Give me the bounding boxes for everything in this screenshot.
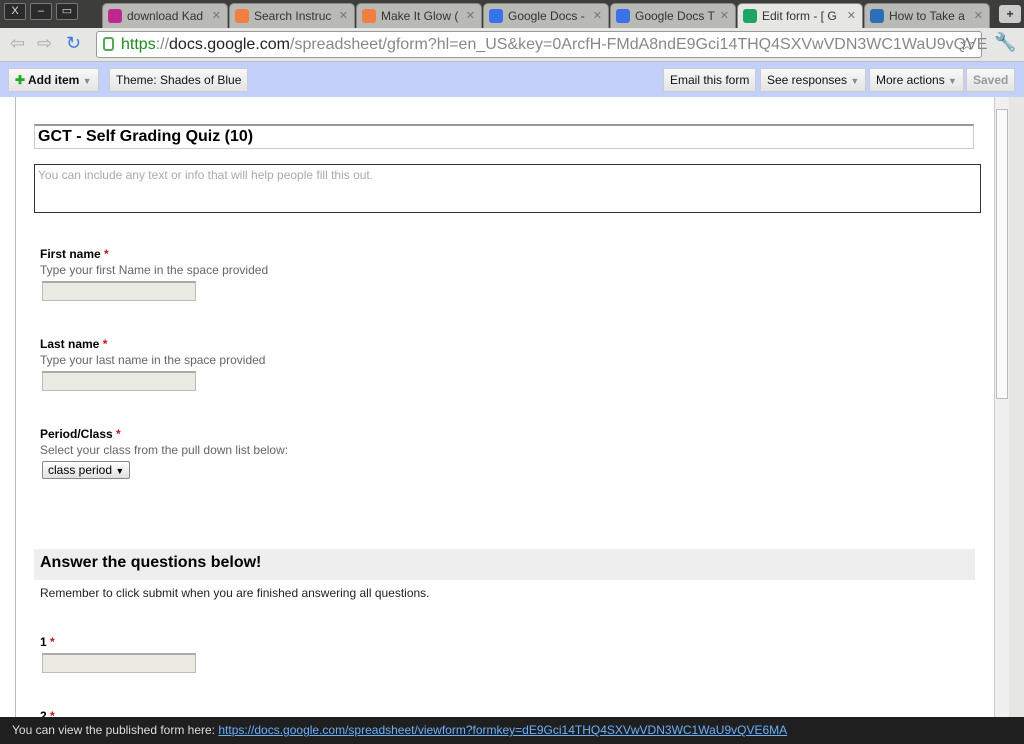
close-tab-icon[interactable]: ✕: [974, 9, 983, 22]
close-tab-icon[interactable]: ✕: [720, 9, 729, 22]
required-marker: *: [50, 635, 55, 649]
right-gutter: [1009, 97, 1024, 717]
section-description: Remember to click submit when you are fi…: [40, 586, 430, 600]
first-name-input[interactable]: [42, 281, 196, 301]
select-value: class period: [48, 463, 113, 477]
tab-title: Google Docs -: [508, 9, 585, 23]
see-responses-label: See responses: [767, 73, 848, 87]
question-help: Type your first Name in the space provid…: [40, 263, 269, 277]
chevron-down-icon: ▼: [82, 76, 92, 86]
required-marker: *: [102, 337, 108, 351]
more-actions-button[interactable]: More actions ▼: [869, 68, 964, 92]
published-form-link[interactable]: https://docs.google.com/spreadsheet/view…: [218, 723, 787, 737]
question-label: 2: [40, 709, 47, 717]
lock-icon: [103, 37, 114, 51]
browser-tab[interactable]: Google Docs - ✕: [483, 3, 609, 28]
question-label: Period/Class: [40, 427, 113, 441]
minimize-window-button[interactable]: –: [30, 3, 52, 20]
published-form-text: You can view the published form here:: [12, 723, 219, 737]
favicon-icon: [108, 9, 122, 23]
favicon-icon: [489, 9, 503, 23]
favicon-icon: [743, 9, 757, 23]
wrench-icon[interactable]: 🔧: [994, 32, 1016, 53]
new-tab-button[interactable]: +: [999, 5, 1021, 23]
close-tab-icon[interactable]: ✕: [847, 9, 856, 22]
saved-button[interactable]: Saved: [966, 68, 1016, 92]
form-editor: GCT - Self Grading Quiz (10) You can inc…: [15, 97, 994, 717]
close-tab-icon[interactable]: ✕: [466, 9, 475, 22]
favicon-icon: [616, 9, 630, 23]
question-help: Type your last name in the space provide…: [40, 353, 266, 367]
url-host: docs.google.com: [169, 36, 290, 53]
tab-title: Edit form - [ G: [762, 9, 837, 23]
address-row: ⇦ ⇨ ↻ https://docs.google.com/spreadshee…: [0, 28, 1024, 62]
close-tab-icon[interactable]: ✕: [212, 9, 221, 22]
question-first-name: First name * Type your first Name in the…: [40, 247, 268, 301]
browser-tab[interactable]: How to Take a ✕: [864, 3, 990, 28]
required-marker: *: [116, 427, 121, 441]
question-help: Select your class from the pull down lis…: [40, 443, 289, 457]
form-toolbar: ✚ Add item ▼ Theme: Shades of Blue Email…: [0, 62, 1024, 97]
section-header: Answer the questions below!: [34, 549, 975, 580]
favicon-icon: [870, 9, 884, 23]
class-period-select[interactable]: class period ▼: [42, 461, 131, 479]
required-marker: *: [50, 709, 55, 717]
back-icon[interactable]: ⇦: [10, 33, 25, 54]
browser-tab[interactable]: Edit form - [ G ✕: [737, 3, 863, 28]
question-label: 1: [40, 635, 47, 649]
url-sep: ://: [155, 36, 170, 53]
browser-tab[interactable]: download Kad ✕: [102, 3, 228, 28]
more-actions-label: More actions: [876, 73, 945, 87]
dropdown-arrow-icon: ▼: [115, 466, 125, 476]
tab-title: Google Docs T: [635, 9, 715, 23]
question-label: First name: [40, 247, 101, 261]
published-form-bar: You can view the published form here: ht…: [0, 717, 1024, 744]
tab-title: download Kad: [127, 9, 204, 23]
add-item-label: Add item: [27, 73, 80, 87]
close-window-button[interactable]: X: [4, 3, 26, 20]
reload-icon[interactable]: ↻: [66, 33, 81, 54]
chevron-down-icon: ▼: [850, 76, 860, 86]
tab-bar: X – ▭ download Kad ✕ Search Instruc ✕ Make I…: [0, 0, 1024, 28]
plus-icon: ✚: [15, 73, 26, 87]
favicon-icon: [362, 9, 376, 23]
browser-tab[interactable]: Search Instruc ✕: [229, 3, 355, 28]
vertical-scrollbar[interactable]: [994, 97, 1009, 717]
last-name-input[interactable]: [42, 371, 196, 391]
chevron-down-icon: ▼: [948, 76, 957, 86]
browser-tab[interactable]: Google Docs T ✕: [610, 3, 736, 28]
forward-icon[interactable]: ⇨: [37, 33, 52, 54]
browser-tab[interactable]: Make It Glow ( ✕: [356, 3, 482, 28]
url-input[interactable]: https://docs.google.com/spreadsheet/gfor…: [96, 31, 987, 58]
tab-title: How to Take a: [889, 9, 965, 23]
close-tab-icon[interactable]: ✕: [339, 9, 348, 22]
question-1: 1 *: [40, 635, 196, 673]
form-description-input[interactable]: You can include any text or info that wi…: [34, 164, 981, 213]
question-label: Last name: [40, 337, 100, 351]
theme-button[interactable]: Theme: Shades of Blue: [109, 68, 249, 92]
see-responses-button[interactable]: See responses ▼: [760, 68, 867, 92]
favicon-icon: [235, 9, 249, 23]
tab-title: Make It Glow (: [381, 9, 459, 23]
bookmark-star-icon[interactable]: ☆: [959, 34, 975, 55]
scrollbar-thumb[interactable]: [996, 109, 1008, 399]
tab-title: Search Instruc: [254, 9, 332, 23]
question-2: 2 *: [40, 709, 55, 717]
question-period-class: Period/Class * Select your class from th…: [40, 427, 288, 479]
restore-window-button[interactable]: ▭: [56, 3, 78, 20]
add-item-button[interactable]: ✚ Add item ▼: [8, 68, 99, 92]
question-last-name: Last name * Type your last name in the s…: [40, 337, 265, 391]
form-title-input[interactable]: GCT - Self Grading Quiz (10): [34, 124, 974, 149]
url-path: /spreadsheet/gform?hl=en_US&key=0ArcfH-F…: [290, 36, 988, 53]
required-marker: *: [104, 247, 109, 261]
close-tab-icon[interactable]: ✕: [593, 9, 602, 22]
email-form-button[interactable]: Email this form: [663, 68, 757, 92]
url-scheme: https: [121, 36, 156, 53]
question-1-input[interactable]: [42, 653, 196, 673]
